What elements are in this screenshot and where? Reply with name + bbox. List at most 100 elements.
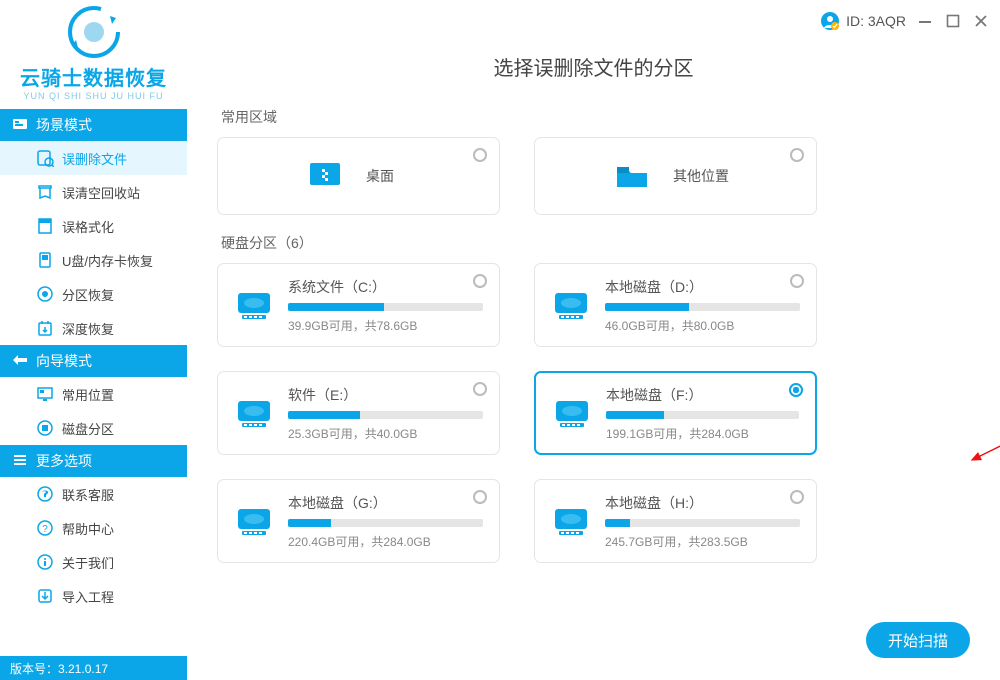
- wizard-icon: [12, 352, 28, 371]
- more-icon: [12, 452, 28, 471]
- sidebar-item-scene-5[interactable]: 深度恢复: [0, 311, 187, 345]
- sidebar-item-scene-1[interactable]: 误清空回收站: [0, 175, 187, 209]
- disk-usage-bar: [606, 411, 799, 419]
- disk-card-4[interactable]: 本地磁盘（G:）220.4GB可用，共284.0GB: [217, 479, 500, 563]
- sidebar-item-more-0[interactable]: 联系客服: [0, 477, 187, 511]
- deep-scan-icon: [36, 319, 54, 337]
- radio-icon: [790, 490, 804, 504]
- user-id: ID: 3AQR: [820, 11, 906, 31]
- disk-stat: 25.3GB可用，共40.0GB: [288, 425, 483, 442]
- disk-stat: 46.0GB可用，共80.0GB: [605, 317, 800, 334]
- disk-name: 本地磁盘（H:）: [605, 493, 800, 513]
- disk-info: 本地磁盘（D:）46.0GB可用，共80.0GB: [605, 277, 800, 334]
- sidebar-item-scene-3[interactable]: U盘/内存卡恢复: [0, 243, 187, 277]
- card-label: 桌面: [366, 166, 394, 186]
- sidebar: 云骑士数据恢复 YUN QI SHI SHU JU HUI FU 场景模式 误删…: [0, 0, 187, 680]
- close-button[interactable]: [974, 14, 988, 28]
- disk-drive-icon: [234, 395, 274, 431]
- disk-drive-icon: [551, 287, 591, 323]
- sidebar-item-label: 联系客服: [62, 485, 114, 504]
- section-head-more: 更多选项: [0, 445, 187, 477]
- disk-card-1[interactable]: 本地磁盘（D:）46.0GB可用，共80.0GB: [534, 263, 817, 347]
- about-icon: [36, 553, 54, 571]
- format-icon: [36, 217, 54, 235]
- disk-usage-bar: [605, 519, 800, 527]
- sidebar-item-label: 分区恢复: [62, 285, 114, 304]
- disk-drive-icon: [551, 503, 591, 539]
- disk-partition-icon: [36, 419, 54, 437]
- disk-info: 本地磁盘（G:）220.4GB可用，共284.0GB: [288, 493, 483, 550]
- common-card-0[interactable]: 桌面: [217, 137, 500, 215]
- logo-area: 云骑士数据恢复 YUN QI SHI SHU JU HUI FU: [0, 0, 187, 109]
- section-head-wizard-label: 向导模式: [36, 351, 92, 371]
- disk-info: 本地磁盘（H:） 245.7GB可用，共283.5GB: [605, 493, 800, 550]
- disk-usage-bar: [288, 519, 483, 527]
- partition-icon: [36, 285, 54, 303]
- sidebar-item-label: 帮助中心: [62, 519, 114, 538]
- disk-usage-bar: [605, 303, 800, 311]
- folder-icon: [611, 155, 653, 197]
- disk-drive-icon: [552, 395, 592, 431]
- disk-name: 系统文件（C:）: [288, 277, 483, 297]
- start-scan-button[interactable]: 开始扫描: [866, 622, 970, 658]
- disk-stat: 199.1GB可用，共284.0GB: [606, 425, 799, 442]
- version-label: 版本号：3.21.0.17: [10, 660, 108, 677]
- recycle-bin-icon: [36, 183, 54, 201]
- disk-head: 硬盘分区（6）: [221, 233, 970, 253]
- usb-card-icon: [36, 251, 54, 269]
- disk-stat: 245.7GB可用，共283.5GB: [605, 533, 800, 550]
- sidebar-item-more-2[interactable]: 关于我们: [0, 545, 187, 579]
- page-title: 选择误删除文件的分区: [217, 52, 970, 81]
- common-head: 常用区域: [221, 107, 970, 127]
- disk-card-5[interactable]: 本地磁盘（H:） 245.7GB可用，共283.5GB: [534, 479, 817, 563]
- sidebar-item-wizard-1[interactable]: 磁盘分区: [0, 411, 187, 445]
- minimize-button[interactable]: [918, 14, 932, 28]
- desktop-icon: [304, 155, 346, 197]
- support-icon: [36, 485, 54, 503]
- sidebar-item-wizard-0[interactable]: 常用位置: [0, 377, 187, 411]
- disk-info: 软件（E:） 25.3GB可用，共40.0GB: [288, 385, 483, 442]
- radio-icon: [473, 382, 487, 396]
- disk-card-3[interactable]: 本地磁盘（F:） 199.1GB可用，共284.0GB: [534, 371, 817, 455]
- sidebar-item-label: 深度恢复: [62, 319, 114, 338]
- disk-drive-icon: [234, 287, 274, 323]
- sidebar-item-scene-4[interactable]: 分区恢复: [0, 277, 187, 311]
- maximize-button[interactable]: [946, 14, 960, 28]
- sidebar-item-scene-0[interactable]: 误删除文件: [0, 141, 187, 175]
- disk-name: 本地磁盘（G:）: [288, 493, 483, 513]
- sidebar-item-more-3[interactable]: 导入工程: [0, 579, 187, 613]
- titlebar: ID: 3AQR: [187, 0, 1000, 42]
- sidebar-item-label: 误格式化: [62, 217, 114, 236]
- common-card-1[interactable]: 其他位置: [534, 137, 817, 215]
- file-search-icon: [36, 149, 54, 167]
- radio-icon: [789, 383, 803, 397]
- sidebar-item-scene-2[interactable]: 误格式化: [0, 209, 187, 243]
- brand-name: 云骑士数据恢复: [20, 62, 167, 91]
- radio-icon: [473, 490, 487, 504]
- disk-info: 本地磁盘（F:） 199.1GB可用，共284.0GB: [606, 385, 799, 442]
- disk-card-2[interactable]: 软件（E:） 25.3GB可用，共40.0GB: [217, 371, 500, 455]
- help-icon: ?: [36, 519, 54, 537]
- disk-usage-bar: [288, 411, 483, 419]
- version-bar: 版本号：3.21.0.17: [0, 656, 187, 680]
- user-id-label: ID: 3AQR: [846, 13, 906, 29]
- sidebar-item-label: 常用位置: [62, 385, 114, 404]
- brand-sub: YUN QI SHI SHU JU HUI FU: [23, 91, 163, 101]
- disk-name: 本地磁盘（F:）: [606, 385, 799, 405]
- sidebar-item-label: 误清空回收站: [62, 183, 140, 202]
- disk-card-0[interactable]: 系统文件（C:） 39.9GB可用，共78.6GB: [217, 263, 500, 347]
- sidebar-item-label: 误删除文件: [62, 149, 127, 168]
- radio-icon: [473, 148, 487, 162]
- section-head-scene: 场景模式: [0, 109, 187, 141]
- disk-usage-bar: [288, 303, 483, 311]
- location-icon: [36, 385, 54, 403]
- disk-stat: 39.9GB可用，共78.6GB: [288, 317, 483, 334]
- sidebar-item-label: 关于我们: [62, 553, 114, 572]
- section-head-wizard: 向导模式: [0, 345, 187, 377]
- disk-name: 软件（E:）: [288, 385, 483, 405]
- card-label: 其他位置: [673, 166, 729, 186]
- sidebar-item-more-1[interactable]: ? 帮助中心: [0, 511, 187, 545]
- sidebar-item-label: 导入工程: [62, 587, 114, 606]
- app-logo-icon: [66, 4, 122, 60]
- main-panel: ID: 3AQR 选择误删除文件的分区 常用区域 桌面其他位置 硬盘分区（6） …: [187, 0, 1000, 680]
